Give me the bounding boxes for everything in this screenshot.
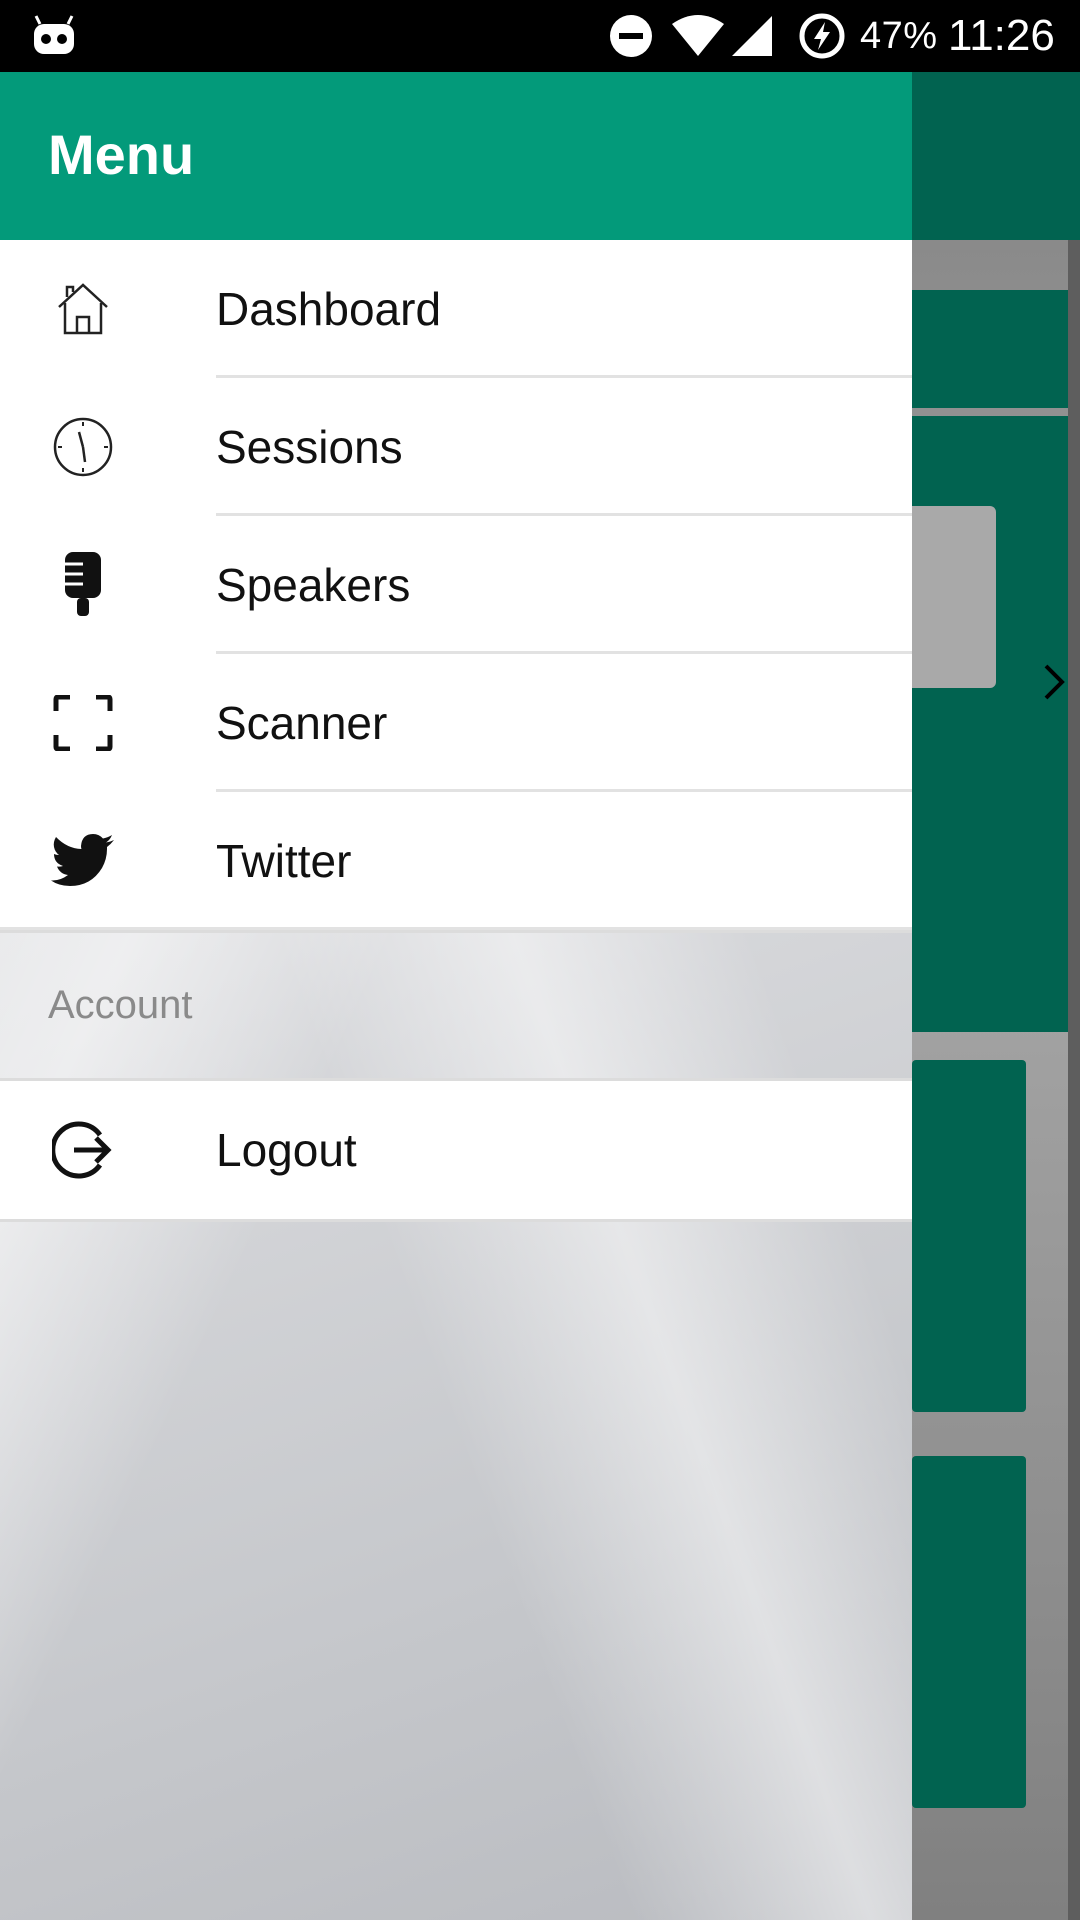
status-bar: 47% 11:26 [0,0,1080,72]
background-card [912,1456,1026,1808]
background-tab-bar [912,290,1080,408]
drawer-title: Menu [48,123,195,186]
cell-signal-icon [730,0,774,72]
section-header-account: Account [0,930,912,1081]
background-scrollbar [1068,240,1080,1920]
menu-item-label: Dashboard [216,283,442,335]
menu-item-speakers[interactable]: Speakers [0,516,912,654]
menu-item-dashboard[interactable]: Dashboard [0,240,912,378]
menu-item-label: Speakers [216,559,411,611]
wifi-icon [670,0,726,72]
scanner-frame-icon [48,690,118,756]
drawer-header: Menu [0,72,912,240]
logout-icon [48,1117,118,1183]
home-icon [48,276,118,342]
menu-item-twitter[interactable]: Twitter [0,792,912,930]
do-not-disturb-icon [608,0,654,72]
robot-notification-icon [30,0,78,72]
menu-list: Dashboard Sessions Speakers Scanner Twit… [0,240,912,930]
menu-item-scanner[interactable]: Scanner [0,654,912,792]
chevron-right-icon [1040,662,1068,710]
battery-percent: 47% [860,14,938,57]
menu-item-label: Scanner [216,697,388,749]
battery-charging-icon [798,0,846,72]
navigation-drawer: Menu Dashboard Sessions Speakers Scanner… [0,72,912,1920]
twitter-bird-icon [48,828,118,894]
section-label: Account [48,983,193,1027]
background-inner-card [900,506,996,688]
menu-item-logout[interactable]: Logout [0,1078,912,1222]
background-app-bar [912,72,1080,240]
clock-icon [48,414,118,480]
status-clock: 11:26 [948,11,1055,60]
menu-item-label: Twitter [216,835,352,887]
background-card [912,1060,1026,1412]
menu-item-label: Sessions [216,421,403,473]
menu-item-sessions[interactable]: Sessions [0,378,912,516]
microphone-icon [48,552,118,618]
menu-item-label: Logout [216,1124,357,1176]
